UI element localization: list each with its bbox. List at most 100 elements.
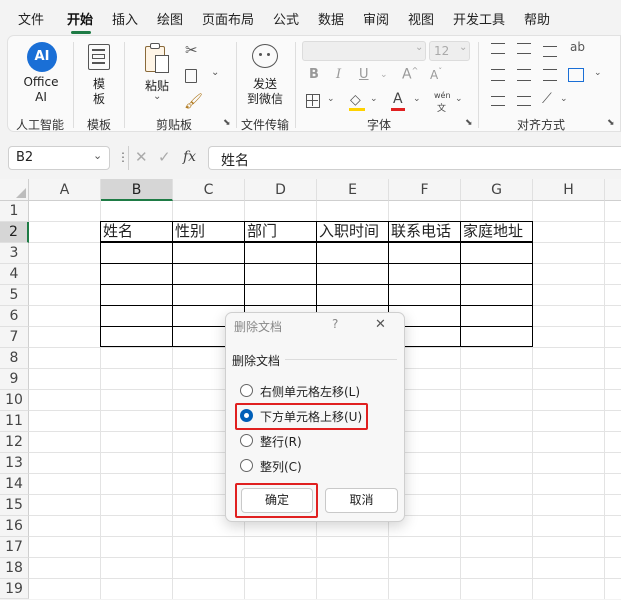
row-header-2[interactable]: 2 [0, 222, 29, 243]
radio-entire-row-label[interactable]: 整行(R) [260, 433, 302, 450]
row-header-18[interactable]: 18 [0, 558, 29, 579]
row-header-15[interactable]: 15 [0, 495, 29, 516]
table-header-cell[interactable]: 性别 [172, 221, 245, 242]
menu-home[interactable]: 开始 [67, 9, 93, 28]
radio-entire-row[interactable] [240, 434, 253, 447]
menu-file[interactable]: 文件 [18, 9, 44, 28]
menu-formulas[interactable]: 公式 [273, 9, 299, 28]
merge-center-icon[interactable] [568, 68, 584, 82]
table-header-cell[interactable]: 家庭地址 [460, 221, 533, 242]
row-header-3[interactable]: 3 [0, 243, 29, 264]
wrap-text-icon[interactable]: ab [570, 40, 585, 54]
menu-developer[interactable]: 开发工具 [453, 9, 505, 28]
borders-icon[interactable] [306, 94, 320, 108]
menu-review[interactable]: 审阅 [363, 9, 389, 28]
column-header-a[interactable]: A [29, 179, 101, 201]
table-header-cell[interactable]: 联系电话 [388, 221, 461, 242]
align-top-icon[interactable] [491, 43, 505, 54]
menu-page-layout[interactable]: 页面布局 [202, 9, 254, 28]
font-launcher-icon[interactable]: ⬊ [465, 118, 473, 128]
column-header-f[interactable]: F [389, 179, 461, 201]
table-header-cell[interactable]: 入职时间 [316, 221, 389, 242]
radio-shift-left-label[interactable]: 右侧单元格左移(L) [260, 383, 360, 400]
paste-dropdown-icon[interactable]: ⌄ [153, 91, 161, 102]
ok-button[interactable]: 确定 [241, 488, 313, 513]
row-header-9[interactable]: 9 [0, 369, 29, 390]
column-header-h[interactable]: H [533, 179, 605, 201]
menu-data[interactable]: 数据 [318, 9, 344, 28]
align-launcher-icon[interactable]: ⬊ [607, 118, 615, 128]
row-header-1[interactable]: 1 [0, 201, 29, 222]
wechat-icon[interactable] [252, 44, 278, 68]
font-size-dropdown-icon[interactable]: ⌄ [459, 42, 467, 53]
office-ai-icon[interactable]: AI [27, 42, 57, 72]
table-header-cell[interactable]: 姓名 [100, 221, 173, 242]
align-bottom-icon[interactable] [543, 46, 557, 57]
copy-dropdown-icon[interactable]: ⌄ [211, 67, 219, 78]
font-name-dropdown-icon[interactable]: ⌄ [415, 42, 423, 53]
column-header-d[interactable]: D [245, 179, 317, 201]
menu-draw[interactable]: 绘图 [157, 9, 183, 28]
row-header-17[interactable]: 17 [0, 537, 29, 558]
row-header-14[interactable]: 14 [0, 474, 29, 495]
fill-color-dropdown-icon[interactable]: ⌄ [370, 94, 378, 104]
merge-dropdown-icon[interactable]: ⌄ [594, 68, 602, 78]
column-header-b[interactable]: B [101, 179, 173, 201]
row-header-19[interactable]: 19 [0, 579, 29, 599]
align-right-icon[interactable] [543, 69, 557, 81]
office-ai-label[interactable]: Office [18, 75, 64, 89]
format-painter-icon[interactable]: 🖌 [184, 92, 203, 110]
row-header-11[interactable]: 11 [0, 411, 29, 432]
select-all-corner[interactable] [0, 179, 29, 201]
confirm-entry-icon[interactable]: ✓ [158, 148, 171, 166]
italic-button[interactable]: I [336, 67, 341, 82]
cancel-entry-icon[interactable]: ✕ [135, 148, 148, 166]
clipboard-launcher-icon[interactable]: ⬊ [223, 118, 231, 128]
font-color-dropdown-icon[interactable]: ⌄ [413, 94, 421, 104]
column-header-e[interactable]: E [317, 179, 389, 201]
row-header-10[interactable]: 10 [0, 390, 29, 411]
bold-button[interactable]: B [309, 67, 319, 82]
phonetic-dropdown-icon[interactable]: ⌄ [455, 94, 463, 104]
orientation-dropdown-icon[interactable]: ⌄ [560, 94, 568, 104]
menu-help[interactable]: 帮助 [524, 9, 550, 28]
help-icon[interactable]: ? [332, 317, 338, 331]
template-icon[interactable] [88, 44, 110, 70]
column-header-g[interactable]: G [461, 179, 533, 201]
increase-indent-icon[interactable] [517, 96, 531, 106]
name-box[interactable]: B2 ⌄ [8, 146, 110, 170]
row-header-7[interactable]: 7 [0, 327, 29, 348]
font-color-button[interactable]: A [393, 91, 403, 107]
borders-dropdown-icon[interactable]: ⌄ [327, 94, 335, 104]
row-header-8[interactable]: 8 [0, 348, 29, 369]
insert-function-icon[interactable]: fx [183, 149, 196, 165]
copy-icon[interactable] [185, 69, 197, 83]
row-header-16[interactable]: 16 [0, 516, 29, 537]
align-left-icon[interactable] [491, 69, 505, 81]
orientation-icon[interactable]: ⟋ [542, 91, 552, 107]
menu-view[interactable]: 视图 [408, 9, 434, 28]
font-name-combo[interactable] [302, 41, 426, 61]
column-header-c[interactable]: C [173, 179, 245, 201]
fill-color-icon[interactable]: ◇ [350, 92, 361, 108]
row-header-6[interactable]: 6 [0, 306, 29, 327]
row-header-13[interactable]: 13 [0, 453, 29, 474]
menu-insert[interactable]: 插入 [112, 9, 138, 28]
radio-shift-left[interactable] [240, 384, 253, 397]
formula-input[interactable]: 姓名 [208, 146, 621, 170]
row-header-5[interactable]: 5 [0, 285, 29, 306]
radio-shift-up-label[interactable]: 下方单元格上移(U) [260, 408, 362, 425]
name-box-dropdown-icon[interactable]: ⌄ [93, 149, 102, 162]
cancel-button[interactable]: 取消 [325, 488, 398, 513]
align-middle-icon[interactable] [517, 43, 531, 54]
underline-dropdown-icon[interactable]: ⌄ [380, 70, 388, 80]
radio-entire-column-label[interactable]: 整列(C) [260, 458, 302, 475]
radio-shift-up[interactable] [240, 409, 253, 422]
close-icon[interactable]: ✕ [375, 317, 386, 332]
decrease-indent-icon[interactable] [491, 96, 505, 106]
row-header-4[interactable]: 4 [0, 264, 29, 285]
align-center-icon[interactable] [517, 69, 531, 81]
underline-button[interactable]: U [359, 67, 369, 82]
paste-icon[interactable] [143, 43, 171, 75]
row-header-12[interactable]: 12 [0, 432, 29, 453]
